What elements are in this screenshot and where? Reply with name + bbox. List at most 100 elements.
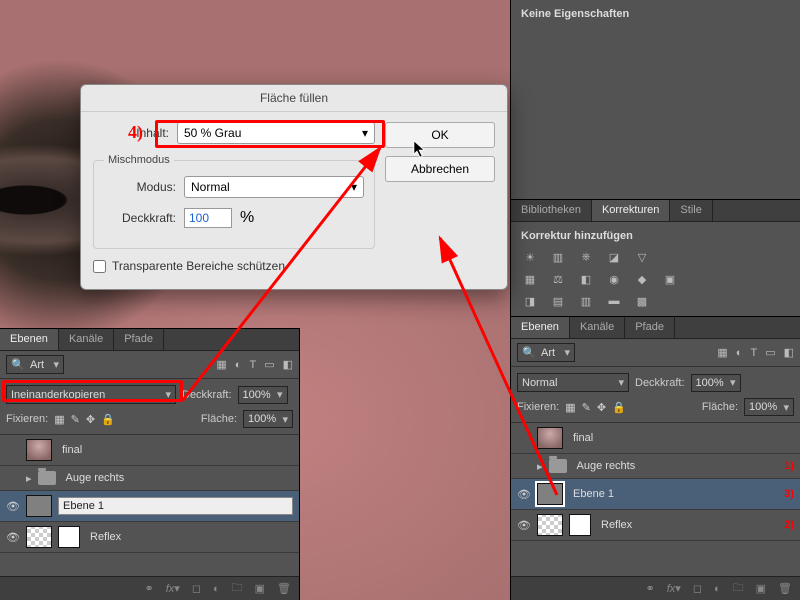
blend-mode-right[interactable]: Normal▾ — [517, 373, 629, 392]
add-mask-icon[interactable]: ◻ — [192, 582, 201, 595]
lock-label-right: Fixieren: — [517, 401, 559, 413]
layer-ebene1-left[interactable]: 👁 Ebene 1 — [0, 491, 299, 522]
fill-value-right[interactable]: 100%▾ — [744, 398, 794, 416]
content-label: Inhalt: — [121, 126, 169, 140]
lock-label-left: Fixieren: — [6, 413, 48, 425]
layer-reflex-left[interactable]: 👁 Reflex — [0, 522, 299, 553]
layer-ebene1-right[interactable]: 👁 Ebene 1 3) — [511, 479, 800, 510]
content-select[interactable]: 50 % Grau▾ — [177, 122, 375, 144]
layer-filter-type-right[interactable]: 🔍Art▾ — [517, 343, 575, 362]
visibility-icon[interactable]: 👁 — [517, 519, 531, 532]
delete-layer-icon[interactable]: 🗑 — [277, 582, 291, 595]
layer-fx-icon[interactable]: fx▾ — [667, 582, 681, 595]
lock-move-icon[interactable]: ✥ — [86, 413, 95, 426]
annotation-2: 2) — [784, 519, 794, 531]
filter-pixel-icon[interactable]: ▦ — [216, 358, 226, 371]
lock-pixels-icon[interactable]: ▦ — [54, 413, 64, 426]
layer-final-right[interactable]: final — [511, 423, 800, 454]
selective-icon[interactable]: ▩ — [633, 294, 651, 308]
lock-all-icon[interactable]: 🔒 — [101, 413, 115, 426]
new-group-icon[interactable]: 🗀 — [733, 579, 744, 598]
tab-kanaele-right[interactable]: Kanäle — [570, 317, 625, 338]
layer-thumb — [537, 427, 563, 449]
lock-move-icon[interactable]: ✥ — [597, 401, 606, 414]
tab-korrekturen[interactable]: Korrekturen — [592, 200, 670, 221]
curves-icon[interactable]: ⎈ — [577, 250, 595, 264]
layer-filter-type-left[interactable]: 🔍Art▾ — [6, 355, 64, 374]
levels-icon[interactable]: ▥ — [549, 250, 567, 264]
filter-pixel-icon[interactable]: ▦ — [717, 346, 727, 359]
threshold-icon[interactable]: ▥ — [577, 294, 595, 308]
lock-brush-icon[interactable]: ✎ — [71, 413, 80, 426]
layer-thumb — [537, 514, 563, 536]
adjustment-layer-icon[interactable]: ◐ — [714, 583, 721, 595]
link-layers-icon[interactable]: ⚭ — [646, 582, 655, 595]
filter-shape-icon[interactable]: ▭ — [264, 358, 274, 371]
tab-bibliotheken[interactable]: Bibliotheken — [511, 200, 592, 221]
exposure-icon[interactable]: ◪ — [605, 250, 623, 264]
fill-value-left[interactable]: 100%▾ — [243, 410, 293, 428]
adjustment-layer-icon[interactable]: ◐ — [213, 583, 220, 595]
posterize-icon[interactable]: ▤ — [549, 294, 567, 308]
lock-brush-icon[interactable]: ✎ — [582, 401, 591, 414]
lock-all-icon[interactable]: 🔒 — [612, 401, 626, 414]
layer-final-left[interactable]: final — [0, 435, 299, 466]
cancel-button[interactable]: Abbrechen — [385, 156, 495, 182]
vibrance-icon[interactable]: ▽ — [633, 250, 651, 264]
checkbox-input[interactable] — [93, 260, 106, 273]
protect-transparency-checkbox[interactable]: Transparente Bereiche schützen — [93, 259, 375, 273]
brightness-icon[interactable]: ☀ — [521, 250, 539, 264]
tab-ebenen-left[interactable]: Ebenen — [0, 329, 59, 350]
gradient-icon[interactable]: ▬ — [605, 294, 623, 308]
layer-reflex-right[interactable]: 👁 Reflex 2) — [511, 510, 800, 541]
fill-label-left: Fläche: — [201, 413, 237, 425]
hue-icon[interactable]: ▦ — [521, 272, 539, 286]
filter-adj-icon[interactable]: ◐ — [736, 347, 743, 359]
opacity-value-right[interactable]: 100%▾ — [691, 374, 741, 392]
dialog-title: Fläche füllen — [81, 85, 507, 112]
filter-adj-icon[interactable]: ◐ — [235, 359, 242, 371]
opacity-input[interactable] — [184, 208, 232, 228]
delete-layer-icon[interactable]: 🗑 — [778, 582, 792, 595]
layer-mask[interactable] — [58, 526, 80, 548]
visibility-icon[interactable]: 👁 — [517, 488, 531, 501]
opacity-label: Deckkraft: — [104, 211, 176, 225]
disclosure-icon[interactable]: ▸ — [537, 460, 543, 473]
balance-icon[interactable]: ⚖ — [549, 272, 567, 286]
filter-shape-icon[interactable]: ▭ — [765, 346, 775, 359]
ok-button[interactable]: OK — [385, 122, 495, 148]
layer-group-auge-left[interactable]: ▸ Auge rechts — [0, 466, 299, 491]
layer-mask[interactable] — [569, 514, 591, 536]
mode-select[interactable]: Normal▾ — [184, 176, 364, 198]
filter-smart-icon[interactable]: ◧ — [784, 346, 794, 359]
mixer-icon[interactable]: ◆ — [633, 272, 651, 286]
tab-ebenen-right[interactable]: Ebenen — [511, 317, 570, 338]
layer-name: Reflex — [86, 529, 293, 545]
new-group-icon[interactable]: 🗀 — [232, 579, 243, 598]
blend-mode-left[interactable]: Ineinanderkopieren▾ — [6, 385, 176, 404]
filter-type-icon[interactable]: T — [249, 359, 256, 371]
bw-icon[interactable]: ◧ — [577, 272, 595, 286]
layer-name[interactable]: Ebene 1 — [58, 497, 293, 515]
tab-stile[interactable]: Stile — [670, 200, 712, 221]
lut-icon[interactable]: ▣ — [661, 272, 679, 286]
tab-kanaele-left[interactable]: Kanäle — [59, 329, 114, 350]
filter-type-icon[interactable]: T — [750, 347, 757, 359]
new-layer-icon[interactable]: ▣ — [255, 582, 265, 595]
filter-smart-icon[interactable]: ◧ — [283, 358, 293, 371]
tab-pfade-left[interactable]: Pfade — [114, 329, 164, 350]
tab-pfade-right[interactable]: Pfade — [625, 317, 675, 338]
visibility-icon[interactable]: 👁 — [6, 531, 20, 544]
layer-name: Auge rechts — [62, 470, 293, 486]
invert-icon[interactable]: ◨ — [521, 294, 539, 308]
disclosure-icon[interactable]: ▸ — [26, 472, 32, 485]
photo-filter-icon[interactable]: ◉ — [605, 272, 623, 286]
layer-group-auge-right[interactable]: ▸ Auge rechts 1) — [511, 454, 800, 479]
opacity-value-left[interactable]: 100%▾ — [238, 386, 288, 404]
lock-pixels-icon[interactable]: ▦ — [565, 401, 575, 414]
link-layers-icon[interactable]: ⚭ — [145, 582, 154, 595]
visibility-icon[interactable]: 👁 — [6, 500, 20, 513]
layer-fx-icon[interactable]: fx▾ — [166, 582, 180, 595]
add-mask-icon[interactable]: ◻ — [693, 582, 702, 595]
new-layer-icon[interactable]: ▣ — [756, 582, 766, 595]
